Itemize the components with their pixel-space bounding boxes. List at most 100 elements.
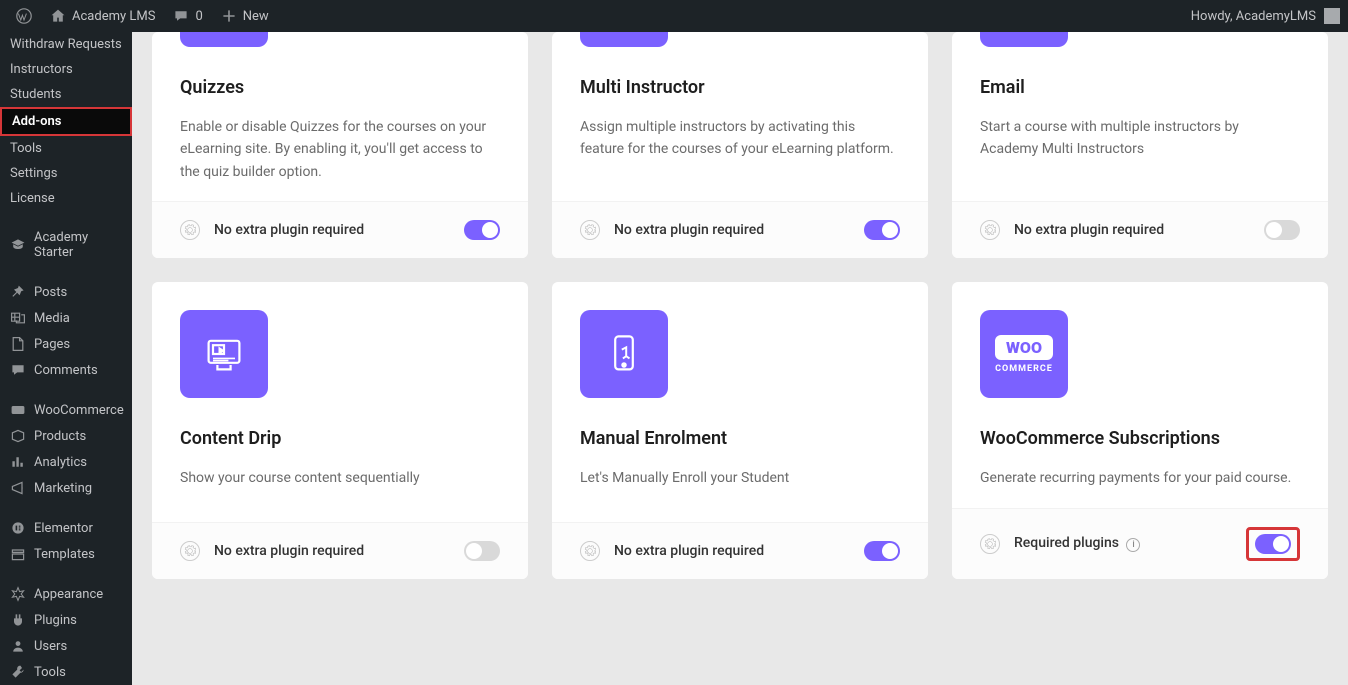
card-footer: No extra plugin required (552, 201, 928, 258)
sidebar-item-templates[interactable]: Templates (0, 541, 132, 567)
footer-label: No extra plugin required (214, 222, 364, 238)
card-footer: No extra plugin required (152, 522, 528, 579)
plus-icon (221, 8, 237, 24)
sidebar-item-users[interactable]: Users (0, 633, 132, 659)
addon-icon: WOOCOMMERCE (980, 310, 1068, 398)
wp-logo[interactable] (8, 0, 40, 32)
addon-card: WOOCOMMERCEWooCommerce SubscriptionsGene… (952, 282, 1328, 578)
gear-icon (180, 220, 200, 240)
footer-label: No extra plugin required (614, 543, 764, 559)
sidebar-sub-students[interactable]: Students (0, 82, 132, 107)
elementor-icon (10, 520, 26, 536)
sidebar-item-analytics[interactable]: Analytics (0, 449, 132, 475)
avatar-icon (1324, 8, 1340, 24)
gear-icon (580, 541, 600, 561)
admin-sidebar: Withdraw RequestsInstructorsStudentsAdd-… (0, 32, 132, 685)
gear-icon (180, 541, 200, 561)
addon-description: Generate recurring payments for your pai… (980, 467, 1300, 489)
sidebar-sub-withdraw-requests[interactable]: Withdraw Requests (0, 32, 132, 57)
sidebar-item-pages[interactable]: Pages (0, 331, 132, 357)
wordpress-icon (16, 8, 32, 24)
gear-icon (580, 220, 600, 240)
toggle-switch[interactable] (864, 541, 900, 561)
footer-label: Required plugins i (1014, 535, 1140, 552)
sidebar-item-marketing[interactable]: Marketing (0, 475, 132, 501)
sidebar-item-tools[interactable]: Tools (0, 659, 132, 685)
footer-label: No extra plugin required (614, 222, 764, 238)
gear-icon (980, 220, 1000, 240)
addon-description: Show your course content sequentially (180, 467, 500, 489)
addon-description: Enable or disable Quizzes for the course… (180, 116, 500, 183)
sidebar-item-appearance[interactable]: Appearance (0, 581, 132, 607)
sidebar-item-woocommerce[interactable]: WooCommerce (0, 397, 132, 423)
addon-title: Content Drip (180, 428, 500, 449)
pin-icon (10, 284, 26, 300)
card-footer: No extra plugin required (552, 522, 928, 579)
analytics-icon (10, 454, 26, 470)
page-icon (10, 336, 26, 352)
greeting: Howdy, AcademyLMS (1191, 9, 1316, 24)
toggle-switch[interactable] (464, 541, 500, 561)
users-icon (10, 638, 26, 654)
addon-icon (580, 32, 668, 47)
addon-description: Let's Manually Enroll your Student (580, 467, 900, 489)
addon-icon (980, 32, 1068, 47)
woo-icon (10, 402, 26, 418)
sidebar-item-elementor[interactable]: Elementor (0, 515, 132, 541)
addon-title: Email (980, 77, 1300, 98)
appearance-icon (10, 586, 26, 602)
addon-description: Assign multiple instructors by activatin… (580, 116, 900, 161)
addon-title: Quizzes (180, 77, 500, 98)
addon-title: Manual Enrolment (580, 428, 900, 449)
site-name: Academy LMS (72, 9, 155, 24)
sidebar-item-plugins[interactable]: Plugins (0, 607, 132, 633)
sidebar-sub-instructors[interactable]: Instructors (0, 57, 132, 82)
new-label: New (243, 9, 269, 24)
marketing-icon (10, 480, 26, 496)
main-content: Quizzes Enable or disable Quizzes for the… (132, 32, 1348, 685)
addon-card: Content Drip Show your course content seq… (152, 282, 528, 578)
templates-icon (10, 546, 26, 562)
addon-description: Start a course with multiple instructors… (980, 116, 1300, 161)
comment-count: 0 (195, 9, 202, 24)
addon-card: Email Start a course with multiple instru… (952, 32, 1328, 258)
sidebar-item-academy-starter[interactable]: Academy Starter (0, 225, 132, 265)
card-footer: No extra plugin required (952, 201, 1328, 258)
sidebar-item-products[interactable]: Products (0, 423, 132, 449)
sidebar-sub-settings[interactable]: Settings (0, 161, 132, 186)
sidebar-sub-add-ons[interactable]: Add-ons (0, 107, 132, 136)
sidebar-item-posts[interactable]: Posts (0, 279, 132, 305)
sidebar-sub-tools[interactable]: Tools (0, 136, 132, 161)
comment-icon (10, 362, 26, 378)
new-link[interactable]: New (213, 0, 277, 32)
user-menu[interactable]: Howdy, AcademyLMS (1191, 8, 1340, 24)
admin-bar: Academy LMS 0 New Howdy, AcademyLMS (0, 0, 1348, 32)
addon-card: Quizzes Enable or disable Quizzes for the… (152, 32, 528, 258)
toggle-switch[interactable] (864, 220, 900, 240)
product-icon (10, 428, 26, 444)
sidebar-item-media[interactable]: Media (0, 305, 132, 331)
site-name-link[interactable]: Academy LMS (42, 0, 163, 32)
home-icon (50, 8, 66, 24)
comments-link[interactable]: 0 (165, 0, 210, 32)
addon-card: Multi Instructor Assign multiple instruct… (552, 32, 928, 258)
comment-icon (173, 8, 189, 24)
toggle-switch[interactable] (1255, 534, 1291, 554)
footer-label: No extra plugin required (1014, 222, 1164, 238)
cap-icon (10, 237, 26, 253)
info-icon[interactable]: i (1126, 538, 1140, 552)
addon-icon (180, 32, 268, 47)
toggle-switch[interactable] (1264, 220, 1300, 240)
footer-label: No extra plugin required (214, 543, 364, 559)
sidebar-sub-license[interactable]: License (0, 186, 132, 211)
card-footer: No extra plugin required (152, 201, 528, 258)
addon-title: Multi Instructor (580, 77, 900, 98)
toggle-switch[interactable] (464, 220, 500, 240)
addon-icon (180, 310, 268, 398)
toggle-highlight (1246, 527, 1300, 561)
gear-icon (980, 534, 1000, 554)
card-footer: Required plugins i (952, 508, 1328, 579)
tools-icon (10, 664, 26, 680)
addon-icon (580, 310, 668, 398)
sidebar-item-comments[interactable]: Comments (0, 357, 132, 383)
